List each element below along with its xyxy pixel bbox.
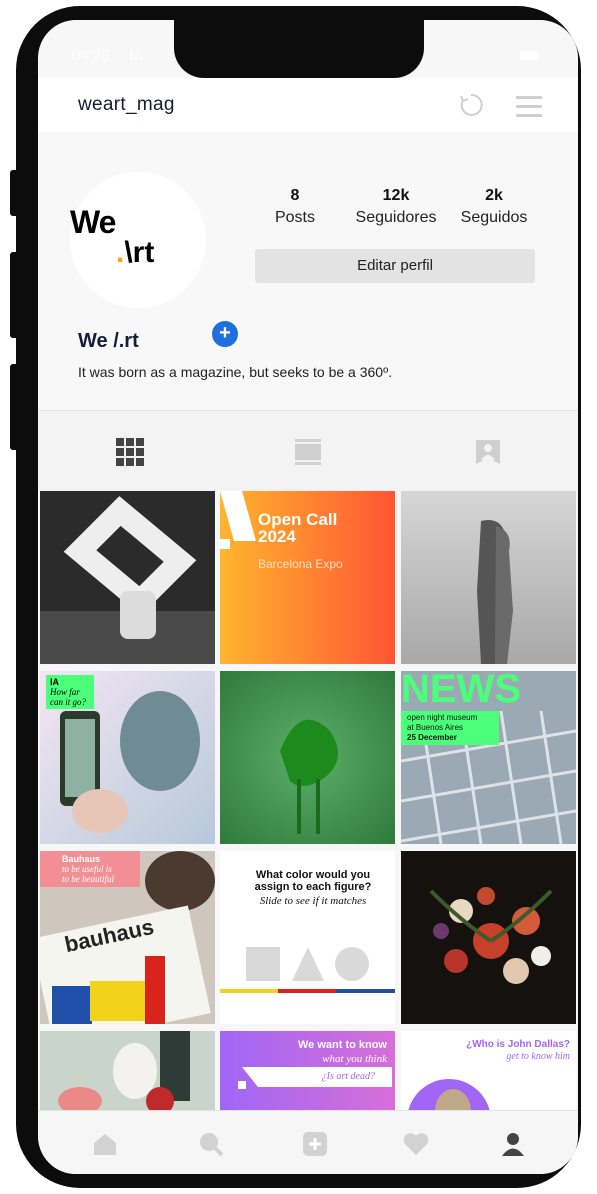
phone-screen: 04:28 weart_mag We .\rt + 8 Posts 12k Se… — [38, 20, 578, 1174]
logo-rt-text: .\rt — [116, 236, 155, 269]
ia-tag: IA — [50, 677, 59, 687]
profile-bio: It was born as a magazine, but seeks to … — [78, 364, 393, 380]
open-call-year: 2024 — [258, 527, 296, 546]
tab-grid-icon[interactable] — [116, 438, 144, 466]
bauhaus-line-2: to be beautiful — [62, 874, 114, 884]
status-time: 04:28 — [72, 47, 110, 64]
bottom-navigation — [38, 1110, 578, 1174]
add-post-icon[interactable] — [302, 1131, 328, 1157]
profile-avatar[interactable]: We .\rt + — [70, 172, 240, 349]
refresh-icon[interactable] — [458, 92, 484, 118]
profile-icon[interactable] — [500, 1131, 526, 1157]
bauhaus-title: Bauhaus — [62, 854, 101, 864]
edit-profile-button[interactable]: Editar perfil — [255, 249, 535, 283]
open-call-subtitle: Barcelona Expo — [258, 557, 343, 571]
app-header: weart_mag — [38, 78, 578, 133]
news-date: 25 December — [407, 733, 457, 742]
news-title: NEWS — [401, 671, 521, 711]
news-line-2: at Buenos Aires — [407, 723, 464, 732]
profile-username: weart_mag — [78, 94, 175, 115]
post-green-figure[interactable] — [220, 671, 395, 844]
news-line-1: open night museum — [407, 713, 478, 722]
stat-followers[interactable]: 12k Seguidores — [348, 187, 444, 227]
menu-icon[interactable] — [516, 96, 542, 123]
post-statue[interactable] — [401, 491, 576, 664]
profile-name: We /.rt — [78, 330, 139, 352]
bauhaus-line-1: to be useful is — [62, 864, 112, 874]
post-bauhaus[interactable]: Bauhaus to be useful is to be beautiful … — [40, 851, 215, 1024]
phone-notch — [174, 20, 424, 78]
home-icon[interactable] — [92, 1131, 118, 1157]
post-color-quiz[interactable]: What color would you assign to each figu… — [220, 851, 395, 1024]
we-want-question: ¿Is art dead? — [321, 1071, 375, 1082]
stat-following[interactable]: 2k Seguidos — [454, 187, 534, 227]
signal-icon — [130, 51, 143, 60]
battery-icon — [520, 51, 538, 60]
add-story-icon[interactable]: + — [210, 319, 240, 349]
logo-we-text: We — [70, 204, 116, 240]
post-sculpture[interactable] — [40, 491, 215, 664]
profile-section: We .\rt + 8 Posts 12k Seguidores 2k Segu… — [38, 132, 578, 410]
stat-posts[interactable]: 8 Posts — [268, 187, 322, 227]
tab-feed-icon[interactable] — [294, 438, 322, 466]
post-news[interactable]: NEWS open night museum at Buenos Aires 2… — [401, 671, 576, 844]
post-open-call[interactable]: Open Call 2024 Barcelona Expo — [220, 491, 395, 664]
profile-tabs — [38, 410, 578, 491]
tab-tagged-icon[interactable] — [474, 438, 502, 466]
ia-text: How far can it go? — [50, 687, 86, 707]
post-flowers[interactable] — [401, 851, 576, 1024]
open-call-title: Open Call — [258, 510, 338, 529]
heart-icon[interactable] — [402, 1131, 430, 1157]
post-ia[interactable]: IA How far can it go? — [40, 671, 215, 844]
search-icon[interactable] — [198, 1131, 224, 1157]
